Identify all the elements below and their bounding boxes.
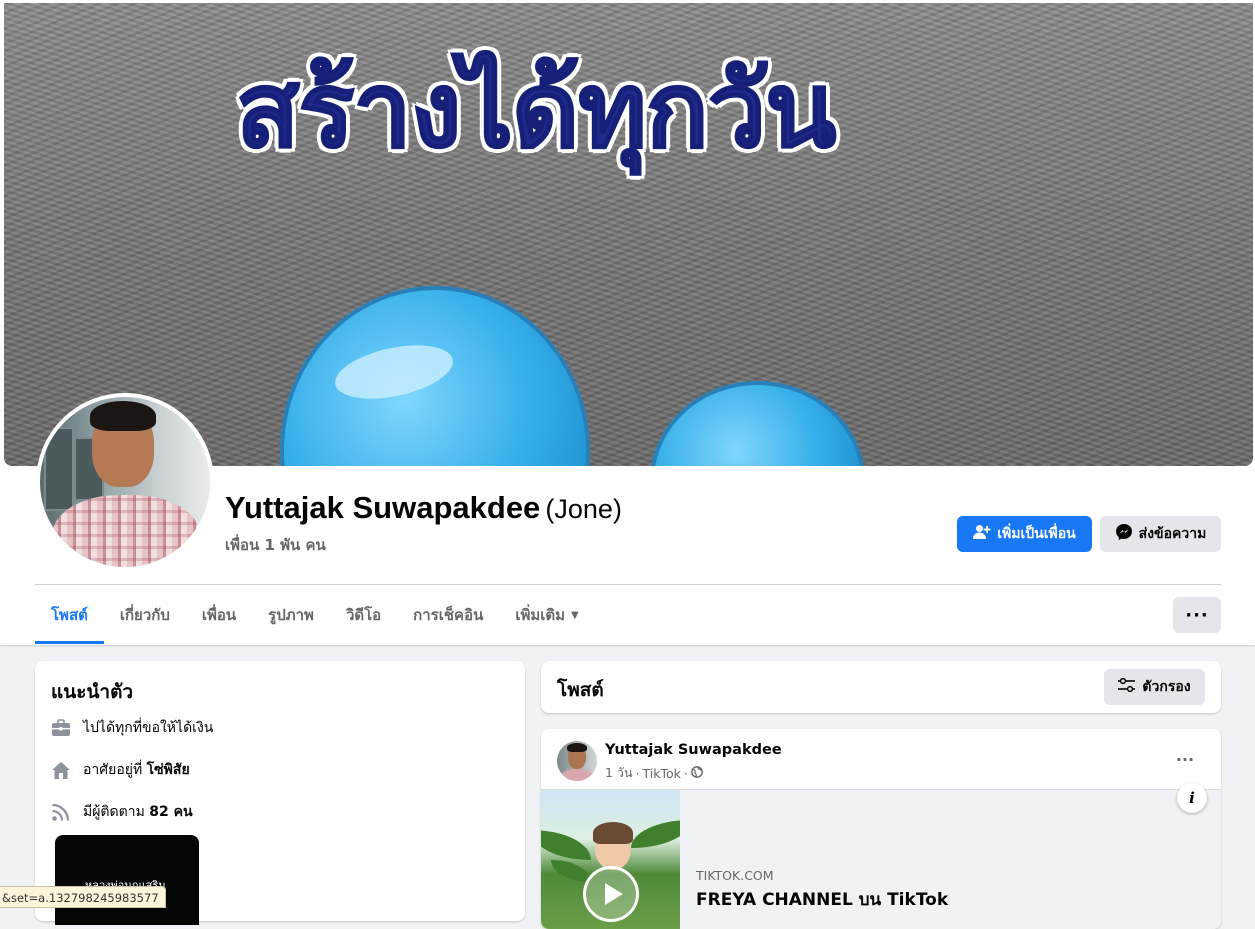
profile-header: สร้างได้ทุกวัน Yuttajak Suwapakdee (Jone… (0, 0, 1255, 645)
post-more-button[interactable]: ··· (1167, 745, 1203, 773)
messenger-icon (1115, 523, 1133, 545)
info-icon[interactable]: i (1177, 783, 1207, 813)
posts-title: โพสต์ (557, 679, 604, 701)
filter-button[interactable]: ตัวกรอง (1104, 669, 1205, 705)
cover-text: สร้างได้ทุกวัน (235, 49, 837, 171)
post-source: TikTok (642, 765, 681, 781)
header-divider (35, 584, 1221, 585)
profile-avatar[interactable] (36, 393, 214, 571)
cover-blue-shape-small (650, 381, 865, 466)
post-author-avatar[interactable] (557, 741, 597, 781)
intro-work-text: ไปได้ทุกที่ขอให้ได้เงิน (83, 720, 214, 736)
intro-lives-prefix: อาศัยอยู่ที่ (83, 762, 147, 778)
intro-followers-text: มีผู้ติดตาม 82 คน (83, 801, 193, 823)
cover-photo[interactable]: สร้างได้ทุกวัน (4, 3, 1253, 466)
tab-label: วิดีโอ (345, 606, 382, 624)
add-friend-label: เพิ่มเป็นเพื่อน (997, 526, 1076, 542)
profile-alt-name: (Jone) (545, 494, 622, 524)
leaf-shape (551, 860, 591, 882)
intro-followers-prefix: มีผู้ติดตาม (83, 804, 150, 820)
post-author-name[interactable]: Yuttajak Suwapakdee (605, 742, 782, 758)
tab-more[interactable]: เพิ่มเติม ▼ (499, 586, 594, 644)
profile-name-main: Yuttajak Suwapakdee (225, 490, 541, 525)
posts-header-card: โพสต์ ตัวกรอง (541, 661, 1221, 713)
play-icon[interactable] (583, 866, 639, 922)
message-button[interactable]: ส่งข้อความ (1100, 516, 1221, 552)
avatar-hair (567, 743, 587, 752)
leaf-shape (541, 830, 591, 860)
avatar-shirt (52, 495, 200, 567)
globe-icon[interactable] (690, 765, 703, 781)
link-preview[interactable]: TIKTOK.COM FREYA CHANNEL บน TikTok (541, 789, 1221, 929)
intro-followers-count[interactable]: 82 คน (149, 804, 192, 820)
browser-status-url: &set=a.132798245983577 (0, 886, 166, 908)
tab-photos[interactable]: รูปภาพ (252, 586, 330, 644)
add-friend-button[interactable]: เพิ่มเป็นเพื่อน (957, 516, 1092, 552)
avatar-bg-panel (44, 427, 74, 511)
filter-label: ตัวกรอง (1142, 679, 1191, 695)
tab-friends[interactable]: เพื่อน (186, 586, 252, 644)
tab-checkins[interactable]: การเช็คอิน (397, 586, 499, 644)
profile-name: Yuttajak Suwapakdee (Jone) (225, 490, 622, 526)
meta-separator: · (683, 765, 688, 781)
meta-separator: · (635, 765, 640, 781)
person-plus-icon (973, 524, 991, 544)
intro-lives-place-link[interactable]: โซ่พิสัย (147, 762, 190, 778)
caret-down-icon: ▼ (571, 609, 579, 621)
link-domain: TIKTOK.COM (696, 868, 774, 883)
tab-label: การเช็คอิน (413, 606, 484, 624)
avatar-shirt (560, 769, 594, 781)
tab-about[interactable]: เกี่ยวกับ (104, 586, 186, 644)
briefcase-icon (51, 718, 71, 738)
more-options-button[interactable]: ··· (1173, 597, 1221, 633)
message-label: ส่งข้อความ (1138, 526, 1207, 542)
post-time[interactable]: 1 วัน (605, 763, 633, 783)
tab-label: โพสต์ (51, 606, 88, 624)
post-meta: 1 วัน · TikTok · (605, 763, 703, 783)
intro-title: แนะนำตัว (51, 681, 134, 703)
profile-tabs: โพสต์ เกี่ยวกับ เพื่อน รูปภาพ วิดีโอ การ… (35, 586, 595, 644)
tab-label: เพื่อน (201, 606, 237, 624)
avatar-hair (90, 401, 156, 431)
intro-lives-text: อาศัยอยู่ที่ โซ่พิสัย (83, 759, 190, 781)
home-icon (51, 760, 71, 780)
thumb-person-hair (593, 822, 633, 844)
intro-card: แนะนำตัว ไปได้ทุกที่ขอให้ได้เงิน อาศัยอย… (35, 661, 525, 925)
featured-video-thumbnail[interactable]: หลวงพ่อนกแสริม (55, 835, 199, 925)
friends-count-link[interactable]: เพื่อน 1 พัน คน (225, 533, 326, 557)
tab-label: เกี่ยวกับ (119, 606, 170, 624)
tab-posts[interactable]: โพสต์ (35, 586, 104, 644)
tab-label: เพิ่มเติม (515, 606, 566, 624)
tab-videos[interactable]: วิดีโอ (330, 586, 397, 644)
sliders-icon (1118, 677, 1136, 696)
leaf-shape (631, 820, 680, 848)
tab-label: รูปภาพ (268, 606, 314, 624)
link-thumbnail (541, 790, 680, 929)
intro-work: ไปได้ทุกที่ขอให้ได้เงิน (51, 717, 213, 739)
intro-lives: อาศัยอยู่ที่ โซ่พิสัย (51, 759, 190, 781)
post-card: Yuttajak Suwapakdee 1 วัน · TikTok · ···… (541, 729, 1221, 929)
intro-followers: มีผู้ติดตาม 82 คน (51, 801, 193, 823)
rss-icon (51, 802, 71, 822)
